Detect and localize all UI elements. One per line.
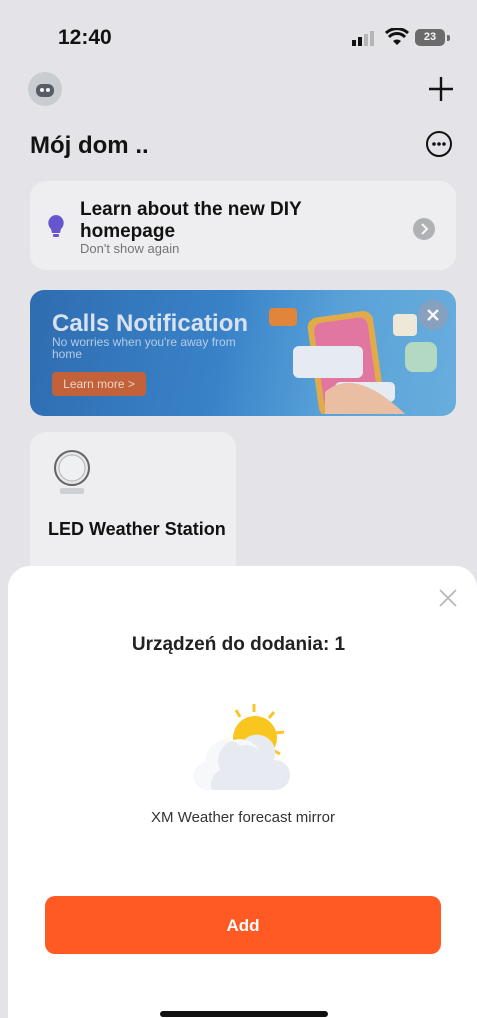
sheet-title: Urządzeń do dodania: 1 bbox=[131, 634, 346, 655]
add-button[interactable]: Add bbox=[45, 896, 441, 954]
close-icon[interactable] bbox=[436, 586, 460, 610]
home-indicator[interactable] bbox=[160, 1011, 328, 1017]
home-screen: 12:40 23 Mój dom .. Learn about the new … bbox=[0, 0, 477, 1018]
product-name: XM Weather forecast mirror bbox=[151, 809, 335, 826]
sun-cloud-icon[interactable] bbox=[190, 700, 294, 796]
